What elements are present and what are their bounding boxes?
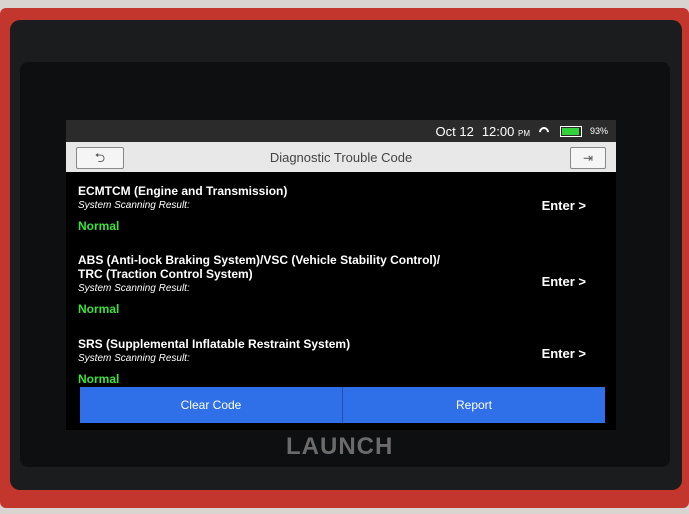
exit-icon[interactable]: ⇥ (570, 147, 606, 169)
clear-code-button[interactable]: Clear Code (80, 387, 343, 423)
status-date: Oct 12 (435, 123, 474, 139)
app-screen: Oct 12 12:00 PM 93% ⮌ Diagnostic Trouble… (66, 120, 616, 430)
status-time-value: 12:00 (481, 123, 515, 139)
scan-result-label: System Scanning Result: (78, 353, 190, 364)
scan-result-label: System Scanning Result: (78, 200, 190, 211)
title-bar: ⮌ Diagnostic Trouble Code ⇥ (66, 142, 616, 172)
system-item-ecmtcm: ECMTCM (Engine and Transmission) System … (78, 184, 606, 233)
system-title-line2: TRC (Traction Control System) (78, 267, 253, 281)
system-title: SRS (Supplemental Inflatable Restraint S… (78, 337, 351, 351)
page-title: Diagnostic Trouble Code (269, 149, 413, 165)
enter-button-srs[interactable]: Enter > (542, 346, 586, 361)
battery-icon (559, 125, 582, 137)
scan-status: Normal (78, 302, 120, 316)
system-item-abs: ABS (Anti-lock Braking System)/VSC (Vehi… (78, 253, 606, 316)
scan-result-label: System Scanning Result: (78, 283, 190, 294)
scan-status: Normal (78, 219, 120, 233)
back-icon[interactable]: ⮌ (76, 147, 124, 169)
system-title: ECMTCM (Engine and Transmission) (78, 184, 288, 198)
battery-percent: 93% (589, 126, 608, 136)
status-time: 12:00 PM (482, 124, 530, 139)
scan-status: Normal (78, 372, 120, 386)
status-bar: Oct 12 12:00 PM 93% (66, 120, 616, 142)
enter-button-ecmtcm[interactable]: Enter > (542, 198, 586, 213)
status-time-suffix: PM (517, 128, 530, 138)
enter-button-abs[interactable]: Enter > (542, 274, 586, 289)
system-title: ABS (Anti-lock Braking System)/VSC (Vehi… (78, 253, 441, 267)
system-item-srs: SRS (Supplemental Inflatable Restraint S… (78, 337, 606, 386)
report-button[interactable]: Report (343, 387, 605, 423)
bottom-action-bar: Clear Code Report (80, 387, 605, 423)
wifi-icon (538, 125, 552, 137)
brand-logo: LAUNCH (286, 433, 394, 460)
